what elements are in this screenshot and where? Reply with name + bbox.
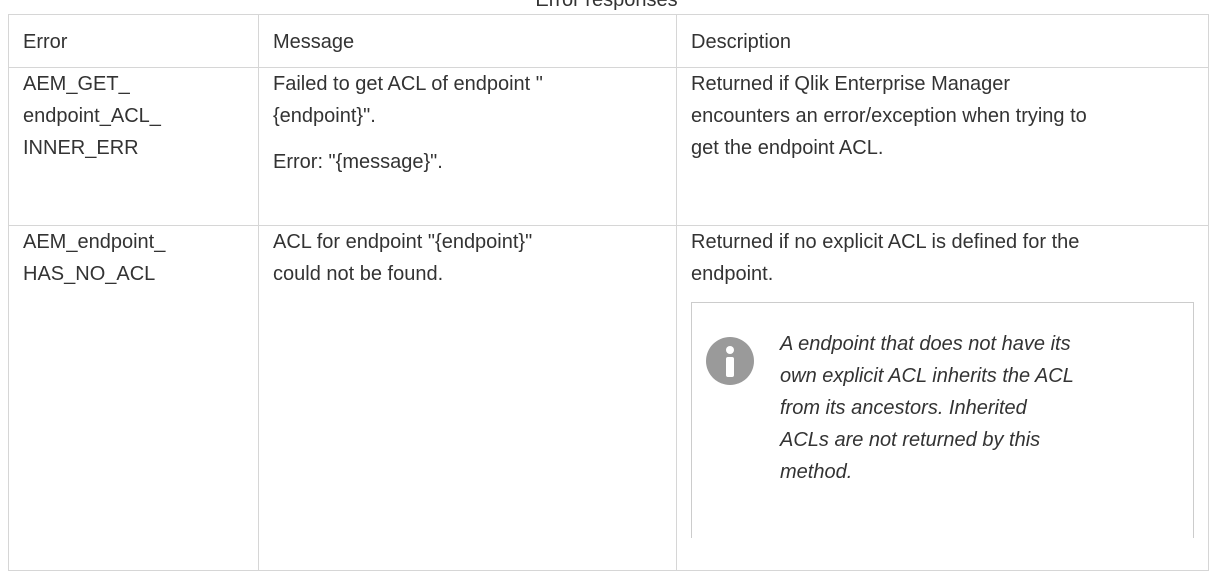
note-line: A endpoint that does not have its <box>780 333 1071 355</box>
header-description: Description <box>676 14 1209 68</box>
info-note: A endpoint that does not have its own ex… <box>691 302 1194 538</box>
error-code-line: AEM_GET_ <box>23 73 130 95</box>
description-cell: Returned if Qlik Enterprise Manager enco… <box>676 67 1209 226</box>
header-error: Error <box>8 14 259 68</box>
error-cell: AEM_endpoint_ HAS_NO_ACL <box>8 225 259 571</box>
description-line: get the endpoint ACL. <box>691 137 884 159</box>
message-line: Failed to get ACL of endpoint " <box>273 73 543 95</box>
message-cell: Failed to get ACL of endpoint " {endpoin… <box>258 67 677 226</box>
message-line: {endpoint}". <box>273 105 376 127</box>
message-line: could not be found. <box>273 263 444 285</box>
error-code-line: INNER_ERR <box>23 137 139 159</box>
description-line: Returned if Qlik Enterprise Manager <box>691 73 1011 95</box>
description-line: Returned if no explicit ACL is defined f… <box>691 231 1080 253</box>
header-message: Message <box>258 14 677 68</box>
note-line: own explicit ACL inherits the ACL <box>780 365 1074 387</box>
table-row: AEM_endpoint_ HAS_NO_ACL ACL for endpoin… <box>8 225 1209 571</box>
info-icon <box>706 337 754 385</box>
table-row: AEM_GET_ endpoint_ACL_ INNER_ERR Failed … <box>8 67 1209 226</box>
error-cell: AEM_GET_ endpoint_ACL_ INNER_ERR <box>8 67 259 226</box>
description-cell: Returned if no explicit ACL is defined f… <box>676 225 1209 571</box>
error-code-line: endpoint_ACL_ <box>23 105 161 127</box>
description-line: endpoint. <box>691 263 774 285</box>
message-cell: ACL for endpoint "{endpoint}" could not … <box>258 225 677 571</box>
message-line: Error: "{message}". <box>273 151 443 173</box>
error-code-line: AEM_endpoint_ <box>23 231 166 253</box>
note-line: method. <box>780 461 853 483</box>
note-line: from its ancestors. Inherited <box>780 397 1027 419</box>
note-line: ACLs are not returned by this <box>780 429 1041 451</box>
note-text: A endpoint that does not have its own ex… <box>780 328 1190 488</box>
table-caption: Error responses <box>535 0 678 11</box>
table-header-row: Error Message Description <box>8 14 1209 68</box>
error-responses-table: Error Message Description AEM_GET_ endpo… <box>8 14 1209 571</box>
message-line: ACL for endpoint "{endpoint}" <box>273 231 533 253</box>
description-line: encounters an error/exception when tryin… <box>691 105 1087 127</box>
error-code-line: HAS_NO_ACL <box>23 263 156 285</box>
